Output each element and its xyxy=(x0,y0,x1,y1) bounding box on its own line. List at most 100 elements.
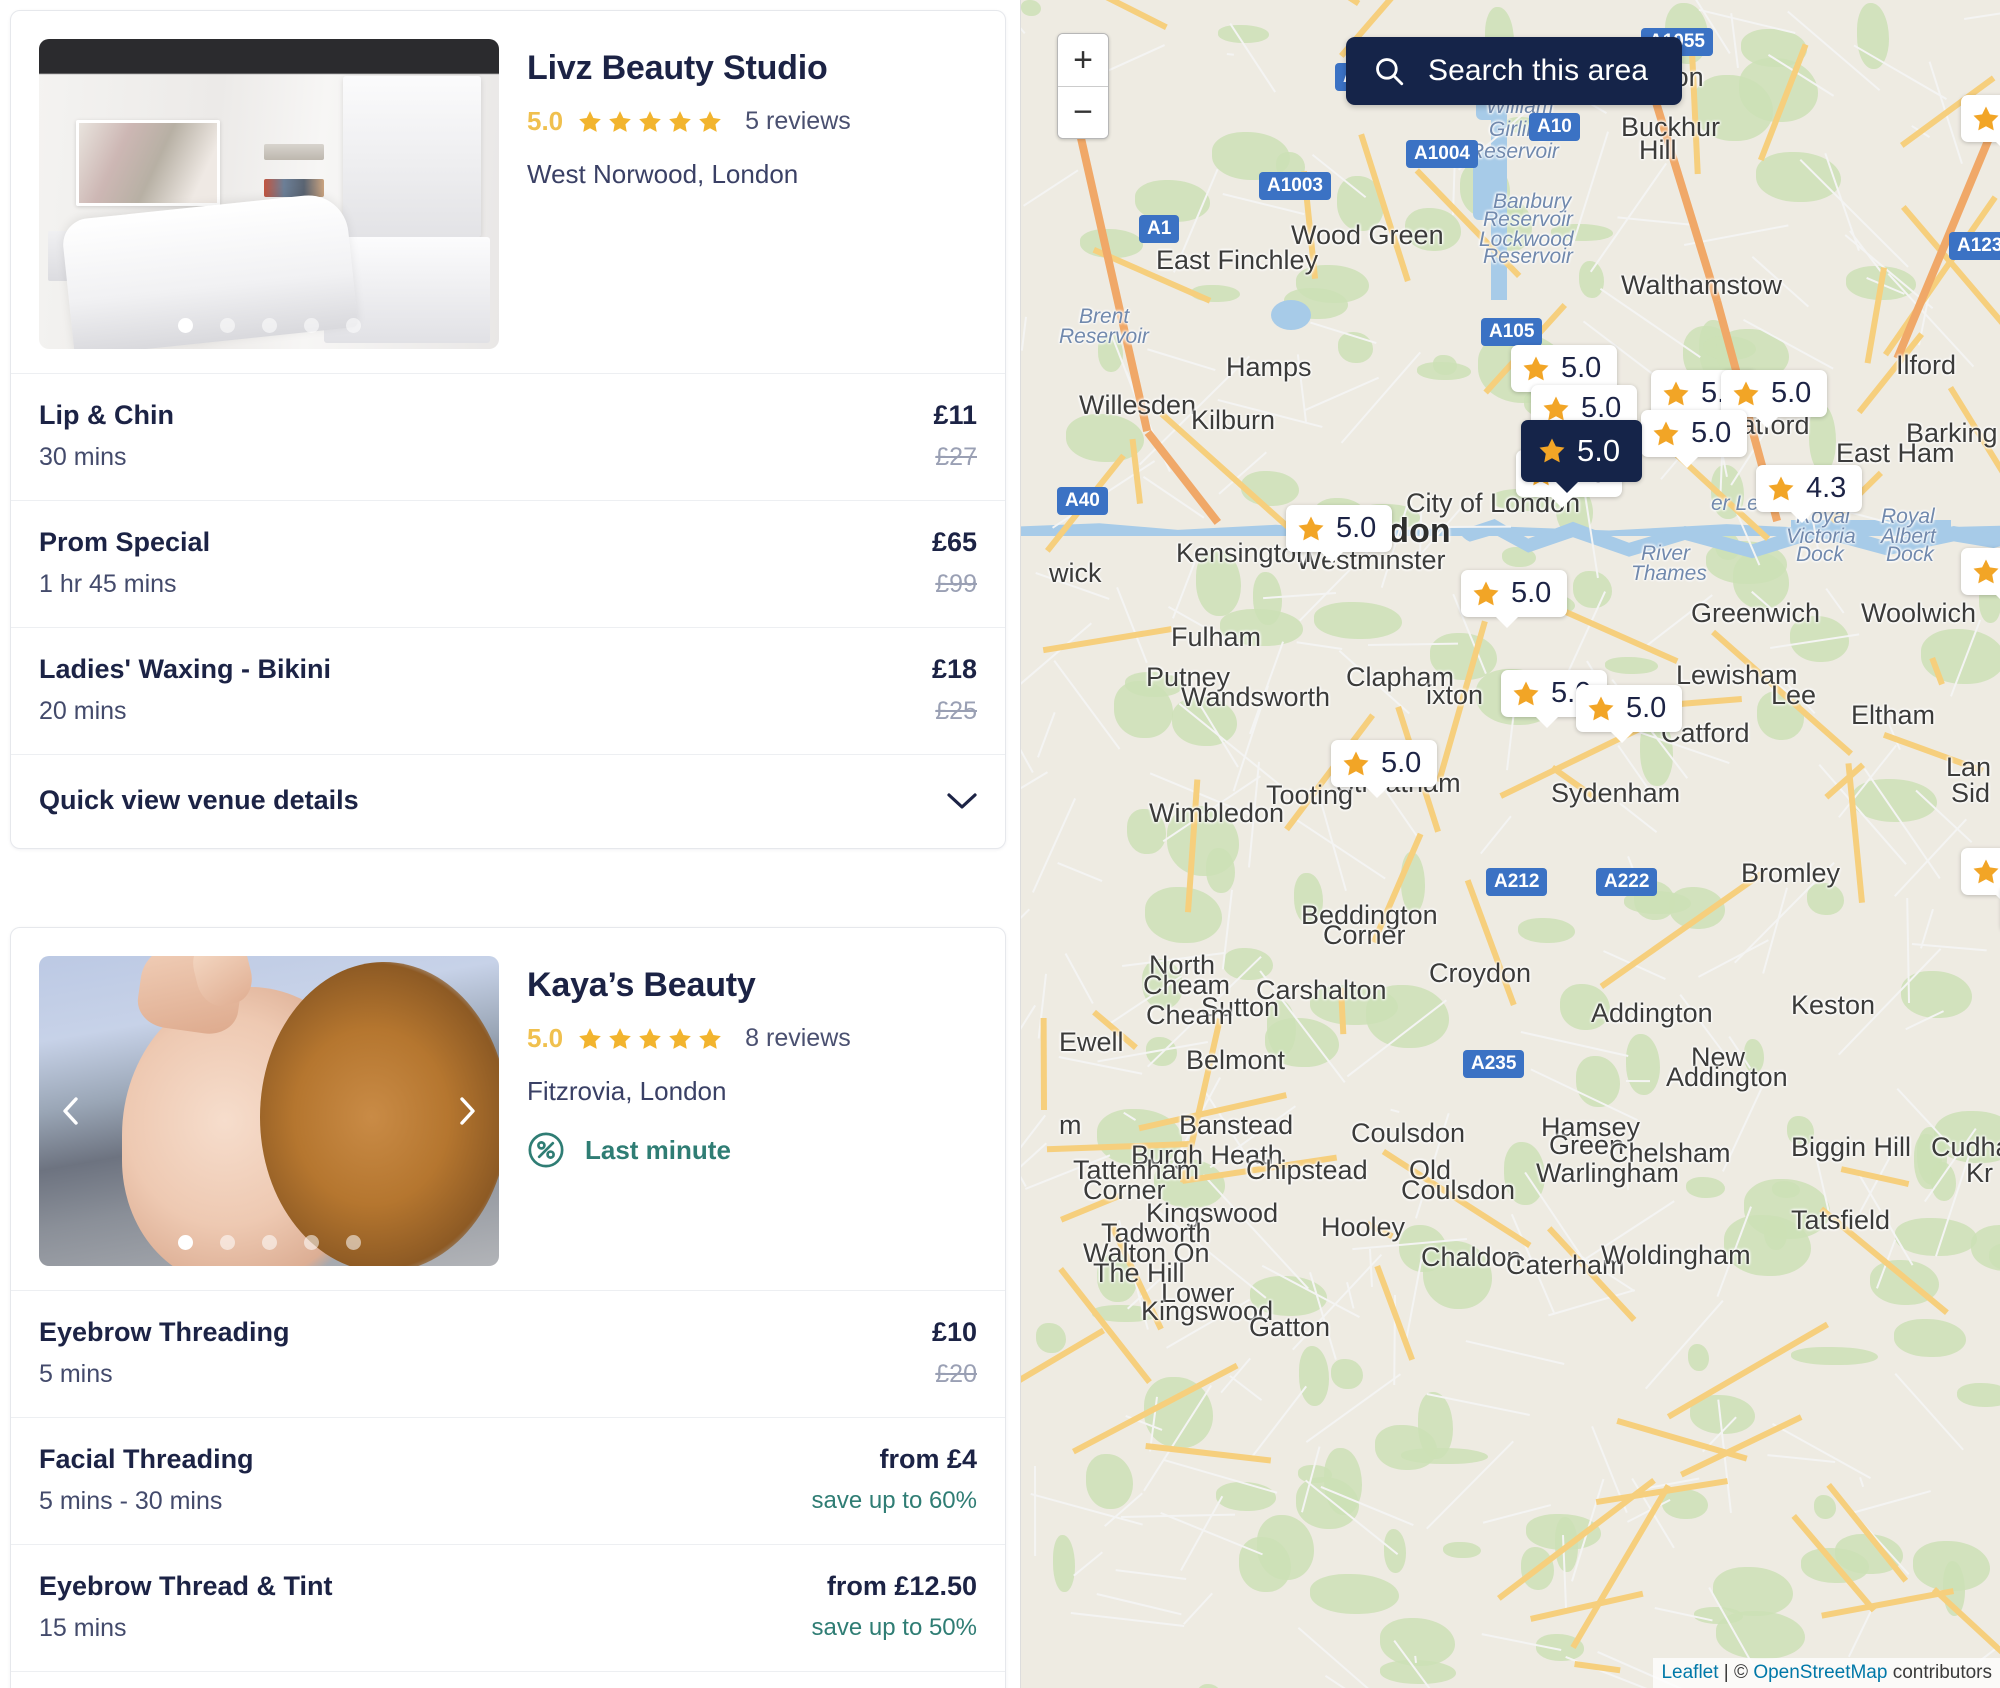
map-rating-marker[interactable]: 5.0 xyxy=(1961,848,2000,906)
service-name: Prom Special xyxy=(39,527,211,557)
venue-card[interactable]: Kaya’s Beauty 5.0 8 reviews Fitzrovia, L… xyxy=(10,927,1006,1688)
carousel-dot[interactable] xyxy=(261,1235,277,1250)
map-marker-rating: 5.0 xyxy=(1577,433,1621,468)
map-place-label: Reservoir xyxy=(1483,245,1573,268)
map-rating-marker[interactable]: 5.0 xyxy=(1521,420,1643,493)
map-road-shield: A222 xyxy=(1596,868,1658,896)
carousel-dot[interactable] xyxy=(345,1235,361,1250)
carousel-dot[interactable] xyxy=(219,1235,235,1250)
carousel-dot[interactable] xyxy=(177,318,193,333)
carousel-dot[interactable] xyxy=(345,318,361,333)
map-place-label: Addington xyxy=(1591,998,1713,1028)
map-place-label: Wimbledon xyxy=(1149,798,1285,828)
carousel-dots[interactable] xyxy=(39,1235,499,1250)
map-place-label: Coulsdon xyxy=(1351,1118,1466,1148)
service-row[interactable] xyxy=(11,1671,1005,1688)
venue-rating: 5.0 8 reviews xyxy=(527,1023,977,1054)
service-duration: 1 hr 45 mins xyxy=(39,570,177,598)
service-price: £11 xyxy=(933,400,977,430)
chevron-left-icon[interactable] xyxy=(60,1096,82,1126)
map-panel[interactable]: woodHadleyChippingBarneteyBaateLoughtonB… xyxy=(1020,0,2000,1688)
results-list[interactable]: Livz Beauty Studio 5.0 5 reviews West No… xyxy=(0,0,1020,1688)
carousel-dot[interactable] xyxy=(261,318,277,333)
map-rating-marker[interactable]: 5.0 xyxy=(1576,685,1683,743)
star-icon xyxy=(609,110,631,132)
service-duration: 15 mins xyxy=(39,1614,127,1642)
map-attribution[interactable]: Leaflet | © OpenStreetMap contributors xyxy=(1653,1658,2000,1688)
star-icon xyxy=(699,1027,721,1049)
venue-photo-carousel[interactable] xyxy=(39,956,499,1266)
map-place-label: Cheam xyxy=(1146,1000,1234,1030)
map-rating-marker[interactable]: 5.0 xyxy=(1331,740,1438,798)
service-row[interactable]: Prom Special 1 hr 45 mins £65 £99 xyxy=(11,500,1005,627)
map-place-label: Bromley xyxy=(1741,858,1841,888)
map-rating-marker[interactable]: 5.0 xyxy=(1461,570,1568,628)
carousel-prev-button[interactable] xyxy=(51,1091,91,1131)
map-zoom-controls[interactable]: + − xyxy=(1057,33,1109,139)
attribution-contributors: contributors xyxy=(1887,1662,1992,1683)
venue-card[interactable]: Livz Beauty Studio 5.0 5 reviews West No… xyxy=(10,10,1006,849)
leaflet-link[interactable]: Leaflet xyxy=(1661,1662,1718,1683)
service-row[interactable]: Eyebrow Threading 5 mins £10 £20 xyxy=(11,1290,1005,1417)
venue-photo-carousel[interactable] xyxy=(39,39,499,349)
search-this-area-button[interactable]: Search this area xyxy=(1346,37,1683,105)
chevron-right-icon[interactable] xyxy=(456,1096,478,1126)
service-name: Eyebrow Threading xyxy=(39,1317,290,1347)
star-icon xyxy=(669,110,691,132)
carousel-next-button[interactable] xyxy=(447,1091,487,1131)
map-place-label: Reservoir xyxy=(1059,325,1149,348)
star-icon xyxy=(1513,681,1539,705)
map-rating-marker[interactable]: 5.0 xyxy=(1961,95,2000,153)
quick-view-venue-details-toggle[interactable]: Quick view venue details xyxy=(11,754,1005,848)
star-icon xyxy=(639,1027,661,1049)
map-marker-rating: 4.3 xyxy=(1806,472,1847,504)
rating-value: 5.0 xyxy=(527,106,564,136)
map-place-label: Biggin Hill xyxy=(1791,1132,1912,1162)
carousel-dot[interactable] xyxy=(303,1235,319,1250)
service-price: £10 xyxy=(931,1317,977,1347)
openstreetmap-link[interactable]: OpenStreetMap xyxy=(1753,1662,1887,1683)
zoom-in-button[interactable]: + xyxy=(1058,34,1108,86)
map-place-label: Chipstead xyxy=(1246,1155,1368,1185)
carousel-dots[interactable] xyxy=(39,318,499,333)
search-icon[interactable] xyxy=(1372,54,1406,88)
star-icon xyxy=(1588,696,1614,720)
venue-locality: West Norwood, London xyxy=(527,159,799,189)
service-row[interactable]: Ladies' Waxing - Bikini 20 mins £18 £25 xyxy=(11,627,1005,754)
map-road-shield: A10 xyxy=(1529,113,1580,141)
map-marker-rating: 5.0 xyxy=(1561,352,1602,384)
quick-view-label: Quick view venue details xyxy=(39,785,359,815)
map-marker-rating: 5.0 xyxy=(1511,577,1552,609)
star-icon xyxy=(1343,751,1369,775)
map-place-label: ixton xyxy=(1426,680,1484,710)
service-row[interactable]: Lip & Chin 30 mins £11 £27 xyxy=(11,373,1005,500)
map-rating-marker[interactable]: 4.3 xyxy=(1756,465,1863,523)
carousel-dot[interactable] xyxy=(177,1235,193,1250)
map-place-label: m xyxy=(1059,1110,1082,1140)
map-tiles[interactable]: woodHadleyChippingBarneteyBaateLoughtonB… xyxy=(1021,0,2000,1688)
rating-stars xyxy=(577,109,723,135)
map-place-label: Fulham xyxy=(1171,622,1262,652)
star-icon xyxy=(1973,559,1999,583)
map-place-label: Ilford xyxy=(1896,350,1957,380)
map-place-label: Woldingham xyxy=(1601,1240,1751,1270)
star-icon xyxy=(1973,859,1999,883)
map-place-label: Willesden xyxy=(1079,390,1197,420)
carousel-dot[interactable] xyxy=(219,318,235,333)
chevron-down-icon[interactable] xyxy=(947,792,977,810)
zoom-out-button[interactable]: − xyxy=(1058,86,1108,138)
search-this-area-label: Search this area xyxy=(1428,54,1649,87)
service-save-label: save up to 50% xyxy=(811,1614,977,1641)
star-icon xyxy=(579,110,601,132)
service-duration: 20 mins xyxy=(39,697,127,725)
map-place-label: Ewell xyxy=(1059,1027,1124,1057)
map-rating-marker[interactable]: 5.0 xyxy=(1961,548,2000,606)
map-marker-rating: 5.0 xyxy=(1691,417,1732,449)
attribution-separator: | xyxy=(1718,1662,1735,1683)
carousel-dot[interactable] xyxy=(303,318,319,333)
service-price: from £4 xyxy=(879,1444,977,1474)
service-row[interactable]: Eyebrow Thread & Tint 15 mins from £12.5… xyxy=(11,1544,1005,1671)
service-row[interactable]: Facial Threading 5 mins - 30 mins from £… xyxy=(11,1417,1005,1544)
map-rating-marker[interactable]: 5.0 xyxy=(1641,410,1748,468)
map-rating-marker[interactable]: 5.0 xyxy=(1286,505,1393,563)
